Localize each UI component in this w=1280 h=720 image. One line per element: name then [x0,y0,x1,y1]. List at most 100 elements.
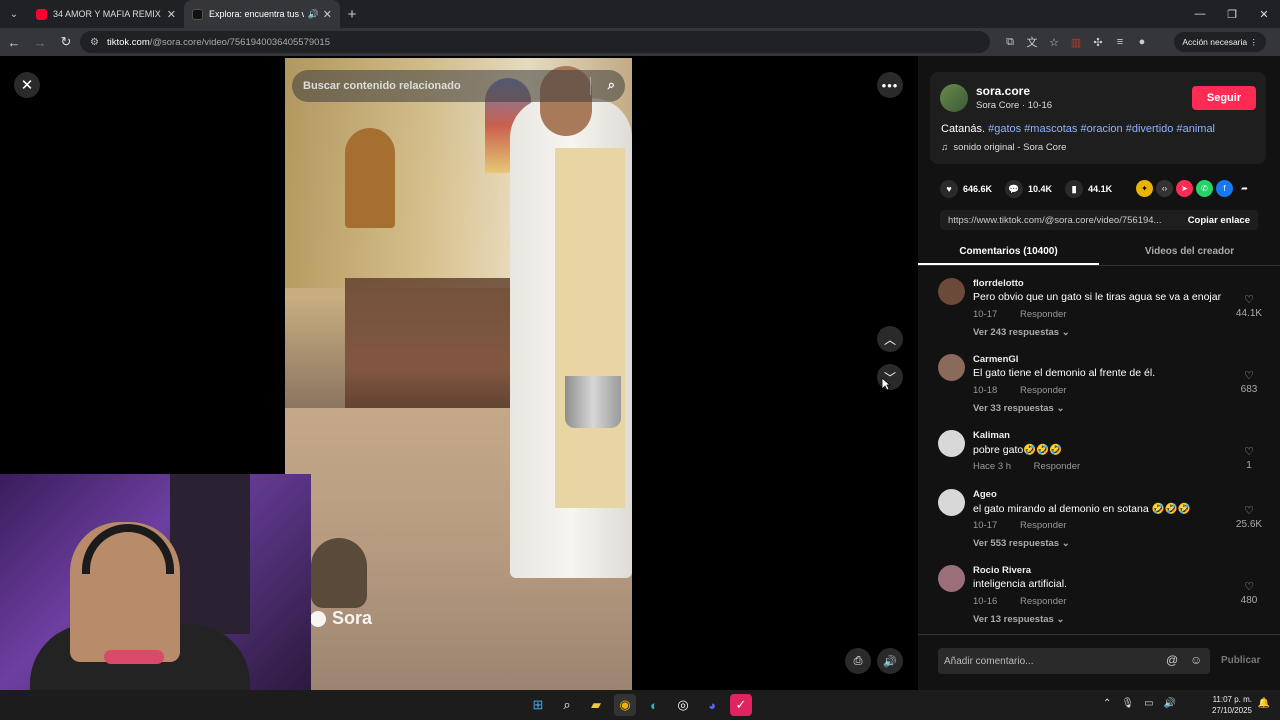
display-icon[interactable]: ▭ [1144,698,1153,709]
video-player[interactable] [285,58,632,690]
site-info-icon[interactable]: ⚙ [90,37,99,48]
view-replies-button[interactable]: Ver 553 respuestas ⌄ [973,538,1070,549]
volume-button[interactable]: 🔊 [877,648,903,674]
creator-avatar[interactable] [940,84,968,112]
bookmark-star-icon[interactable]: ☆ [1046,32,1062,52]
video-description: Catanás. #gatos #mascotas #oracion #dive… [941,123,1215,135]
share-arrow-icon[interactable]: ➦ [1236,180,1253,197]
commenter-name[interactable]: Rocio Rivera [973,565,1031,576]
comment-like-button[interactable]: ♡ 480 [1232,580,1266,606]
install-app-icon[interactable]: ⧉ [1002,32,1018,52]
comment-text: Pero obvio que un gato si le tiras agua … [973,291,1222,303]
follow-button[interactable]: Seguir [1192,86,1256,110]
minimize-icon[interactable]: — [1184,0,1216,28]
commenter-avatar[interactable] [938,278,965,305]
view-replies-button[interactable]: Ver 33 respuestas ⌄ [973,403,1064,414]
close-video-button[interactable]: ✕ [14,72,40,98]
save-button[interactable]: ▮ 44.1K [1065,180,1112,198]
close-tab-icon[interactable]: ✕ [323,8,332,21]
taskbar-clock[interactable]: 11:07 p. m. 27/10/2025 [1212,694,1252,716]
discord-icon[interactable]: ◕ [701,694,723,716]
media-control-icon[interactable]: ≡ [1112,32,1128,52]
reload-icon[interactable]: ↻ [54,30,78,54]
forward-arrow-icon[interactable]: → [28,30,52,54]
tab-comments[interactable]: Comentarios (10400) [918,244,1099,265]
browser-tab-tiktok[interactable]: Explora: encuentra tus vídeo 🔊 ✕ [184,0,340,28]
hashtag-link[interactable]: #animal [1176,123,1215,135]
commenter-avatar[interactable] [938,430,965,457]
comment-like-button[interactable]: ♡ 44.1K [1232,293,1266,319]
reply-button[interactable]: Responder [1020,596,1066,607]
translate-icon[interactable]: 文 [1024,32,1040,52]
browser-tab-youtube[interactable]: 34 AMOR Y MAFIA REMIX FT EL ✕ [28,0,184,28]
commenter-avatar[interactable] [938,565,965,592]
publish-button[interactable]: Publicar [1221,655,1260,666]
commenter-name[interactable]: Ageo [973,489,997,500]
hashtag-link[interactable]: #gatos [988,123,1021,135]
commenter-name[interactable]: Kaliman [973,430,1010,441]
reply-button[interactable]: Responder [1034,461,1080,472]
comment-like-button[interactable]: ♡ 1 [1232,445,1266,471]
reply-button[interactable]: Responder [1020,309,1066,320]
profile-avatar-icon[interactable]: ● [1134,32,1150,52]
music-link[interactable]: ♫ sonido original - Sora Core [941,142,1066,153]
comment-like-button[interactable]: ♡ 683 [1232,369,1266,395]
url-path: /@sora.core/video/7561940036405579015 [149,36,330,48]
reply-button[interactable]: Responder [1020,385,1066,396]
hashtag-link[interactable]: #mascotas [1024,123,1077,135]
mention-at-icon[interactable]: @ [1166,653,1178,667]
embed-code-icon[interactable]: ‹› [1156,180,1173,197]
speaker-icon[interactable]: 🔊 [1164,698,1176,709]
previous-video-button[interactable]: ︿ [877,326,903,352]
close-window-icon[interactable]: ✕ [1248,0,1280,28]
tab-creator-videos[interactable]: Videos del creador [1099,244,1280,265]
close-tab-icon[interactable]: ✕ [167,8,176,21]
notification-bell-icon[interactable]: 🔔 [1258,698,1270,709]
facebook-icon[interactable]: f [1216,180,1233,197]
bookmark-icon: ▮ [1065,180,1084,198]
chrome-icon[interactable]: ◉ [614,694,636,716]
commenter-name[interactable]: florrdelotto [973,278,1024,289]
extension-icon[interactable]: ▥ [1068,32,1084,52]
related-search-input[interactable]: Buscar contenido relacionado ⌕ [292,70,625,102]
view-replies-button[interactable]: Ver 243 respuestas ⌄ [973,327,1070,338]
file-explorer-icon[interactable]: ▰ [585,694,607,716]
search-icon[interactable]: ⌕ [556,694,578,716]
report-button[interactable]: ⎙ [845,648,871,674]
extensions-puzzle-icon[interactable]: ✣ [1090,32,1106,52]
coin-gift-icon[interactable]: ✦ [1136,180,1153,197]
new-tab-button[interactable]: + [340,0,364,28]
like-button[interactable]: ♥ 646.6K [940,180,992,198]
microphone-icon[interactable]: 🎙 [1121,698,1134,709]
view-replies-button[interactable]: Ver 13 respuestas ⌄ [973,614,1064,625]
commenter-avatar[interactable] [938,489,965,516]
commenter-name[interactable]: CarmenGl [973,354,1018,365]
url-field[interactable]: ⚙ tiktok.com /@sora.core/video/756194003… [80,31,990,53]
comment-meta: 10-16 Responder [973,596,1066,607]
tab-search-button[interactable]: ⌄ [0,0,28,28]
comment-button[interactable]: 💬 10.4K [1005,180,1052,198]
hashtag-link[interactable]: #divertido [1126,123,1174,135]
more-options-button[interactable]: ••• [877,72,903,98]
copy-link-button[interactable]: Copiar enlace [1180,215,1258,226]
emoji-icon[interactable]: ☺ [1190,653,1202,667]
app-icon[interactable]: ✓ [730,694,752,716]
creator-name[interactable]: sora.core [976,84,1030,98]
comment-date: 10-17 [973,309,998,320]
action-required-button[interactable]: Acción necesaria ⋮ [1174,32,1266,52]
send-friends-icon[interactable]: ➤ [1176,180,1193,197]
share-link-text[interactable]: https://www.tiktok.com/@sora.core/video/… [940,215,1180,226]
reply-button[interactable]: Responder [1020,520,1066,531]
hashtag-link[interactable]: #oracion [1080,123,1122,135]
search-icon[interactable]: ⌕ [608,77,615,93]
edge-icon[interactable]: ◐ [643,694,665,716]
restore-icon[interactable]: ❐ [1216,0,1248,28]
back-arrow-icon[interactable]: ← [2,30,26,54]
audio-playing-icon[interactable]: 🔊 [308,9,319,20]
comment-like-button[interactable]: ♡ 25.6K [1232,504,1266,530]
chevron-up-icon[interactable]: ⌃ [1103,698,1111,709]
windows-start-icon[interactable]: ⊞ [527,694,549,716]
whatsapp-icon[interactable]: ✆ [1196,180,1213,197]
commenter-avatar[interactable] [938,354,965,381]
obs-icon[interactable]: ◎ [672,694,694,716]
